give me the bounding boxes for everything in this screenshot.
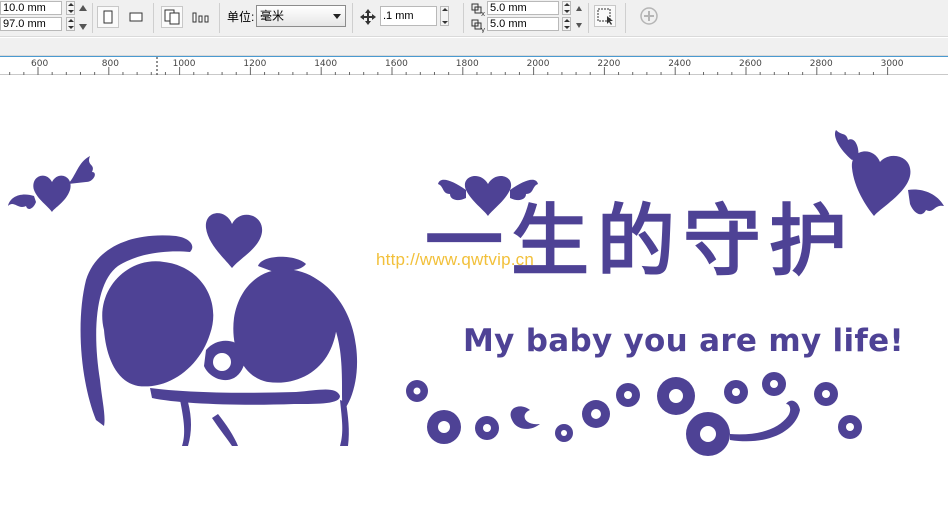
ruler-tick-label: 1000 [172,59,196,69]
units-dropdown-value: 毫米 [260,9,285,23]
nudge-distance-spinner[interactable] [440,6,449,26]
nudge-icon [357,6,379,28]
spin-up-icon[interactable] [573,1,583,15]
winged-heart-left-icon [8,156,95,212]
chinese-title: 一生的守护 [425,196,856,287]
x-position-spinner[interactable] [66,1,75,15]
bench-top [150,388,340,405]
landscape-button[interactable] [125,6,147,28]
duplicate-y-field[interactable]: 5.0 mm [487,17,559,31]
girl-hair-clip [258,256,306,272]
ruler-tick-label: 2000 [526,59,550,69]
treat-as-filled-button[interactable] [594,5,616,27]
ruler-tick-label: 1400 [314,59,338,69]
ruler-tick-label: 800 [101,59,119,69]
watermark-url: http://www.qwtvip.cn [376,250,535,269]
ruler-tick-label: 2800 [809,59,833,69]
chevron-down-icon [333,14,341,19]
document-tab-strip [0,38,948,56]
wall-sticker-artwork[interactable] [0,75,948,522]
svg-text:y: y [481,26,485,33]
add-preset-icon[interactable] [638,5,660,27]
boy-head [102,261,214,387]
bench-leg-right [340,400,349,446]
nudge-distance-field[interactable]: .1 mm [380,6,437,26]
units-dropdown[interactable]: 毫米 [256,5,346,27]
lock-x-icon[interactable] [76,0,88,16]
svg-text:x: x [481,10,485,17]
ruler-tick-label: 1200 [243,59,267,69]
ruler-tick-label: 1600 [385,59,408,69]
lock-y-icon[interactable] [76,17,88,33]
ruler-tick-label: 2400 [668,59,692,69]
english-title: My baby you are my life! [463,323,904,359]
x-position-field[interactable]: 10.0 mm [0,1,62,15]
duplicate-y-spinner[interactable] [562,17,571,31]
units-label: 单位: [227,10,255,24]
flowers-decoration [406,372,862,456]
ruler-tick-label: 1800 [455,59,479,69]
y-position-spinner[interactable] [66,17,75,31]
portrait-button[interactable] [97,6,119,28]
ruler-tick-label: 2600 [739,59,762,69]
duplicate-x-field[interactable]: 5.0 mm [487,1,559,15]
all-pages-button[interactable] [161,6,183,28]
bench-brace [212,414,238,446]
drawing-canvas[interactable]: 一生的守护 http://www.qwtvip.cn My baby you a… [0,75,948,522]
current-page-button[interactable] [189,6,211,28]
duplicate-x-spinner[interactable] [562,1,571,15]
bench-leg-left [180,400,191,446]
spin-down-icon[interactable] [573,17,583,31]
horizontal-ruler[interactable]: 600 800 1000 1200 1400 1600 1800 2000 2200 2400 26… [0,56,948,76]
y-position-field[interactable]: 97.0 mm [0,17,62,31]
ruler-tick-label: 2200 [597,59,621,69]
duplicate-y-icon: y [469,17,485,34]
ruler-tick-label: 600 [31,59,49,69]
duplicate-x-icon: x [469,1,485,18]
ruler-tick-label: 3000 [880,59,904,69]
property-bar: 10.0 mm 97.0 mm 单位: 毫米 .1 mm x 5.0 mm y … [0,0,948,37]
heart-icon [205,213,263,268]
